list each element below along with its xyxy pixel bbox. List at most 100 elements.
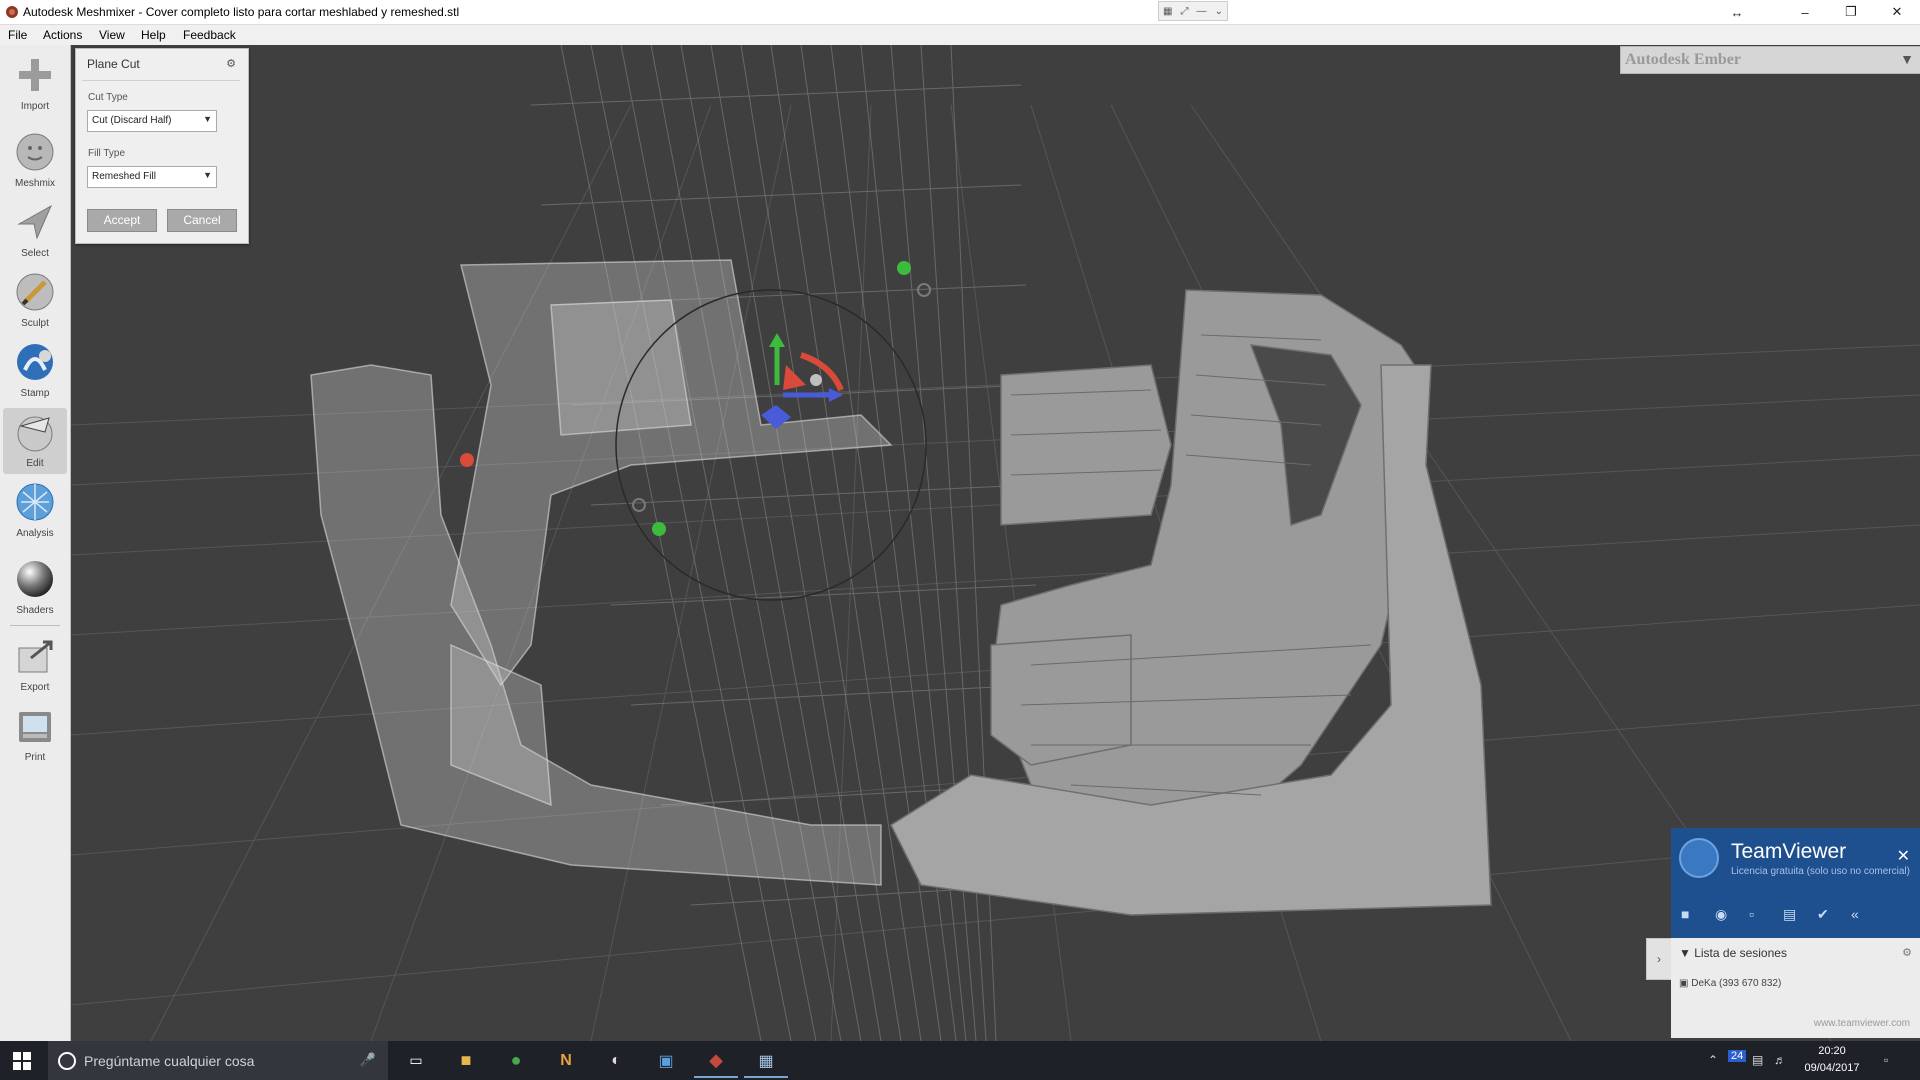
headset-icon[interactable]: ◉ bbox=[1715, 906, 1727, 923]
import-icon bbox=[19, 59, 51, 91]
dash-icon[interactable]: — bbox=[1197, 6, 1207, 17]
tool-analysis[interactable]: Analysis bbox=[3, 478, 67, 544]
tool-palette: Import Meshmix Select Sculpt Stamp Edit bbox=[0, 45, 71, 1041]
session-list-title[interactable]: ▼ Lista de sesiones bbox=[1679, 946, 1787, 960]
file-explorer-button[interactable]: ■ bbox=[444, 1045, 488, 1076]
teamviewer-header: TeamViewer Licencia gratuita (solo uso n… bbox=[1671, 828, 1920, 938]
edit-icon bbox=[17, 416, 53, 452]
collapse-arrow-icon[interactable]: ▼ bbox=[1900, 51, 1914, 67]
teamviewer-widget: TeamViewer Licencia gratuita (solo uso n… bbox=[1671, 828, 1920, 1038]
print-icon bbox=[19, 712, 51, 742]
chat-icon[interactable]: ▫ bbox=[1749, 906, 1754, 922]
plane-cut-title: Plane Cut bbox=[87, 57, 140, 71]
tray-chevron-icon[interactable]: ⌃ bbox=[1708, 1053, 1718, 1067]
blue-app-icon: ▣ bbox=[658, 1052, 674, 1070]
files-icon[interactable]: ▤ bbox=[1783, 906, 1796, 923]
gear-icon[interactable]: ⚙ bbox=[1902, 946, 1912, 959]
app-button-7[interactable]: ▦ bbox=[744, 1045, 788, 1078]
tool-stamp[interactable]: Stamp bbox=[3, 338, 67, 404]
tool-label: Stamp bbox=[20, 388, 50, 399]
x-arrow-head[interactable] bbox=[829, 388, 843, 402]
tool-label: Meshmix bbox=[14, 178, 55, 189]
rotation-arc-red[interactable] bbox=[799, 352, 844, 392]
notepad-button[interactable]: N bbox=[544, 1045, 588, 1076]
fill-type-select[interactable]: Remeshed Fill ▼ bbox=[87, 166, 217, 188]
volume-icon[interactable]: ♬ bbox=[1774, 1053, 1786, 1067]
mesh-scene[interactable] bbox=[71, 45, 1920, 1041]
green-handle-bottom[interactable] bbox=[652, 522, 666, 536]
menu-view[interactable]: View bbox=[99, 28, 125, 42]
tool-print[interactable]: Print bbox=[3, 702, 67, 768]
menu-actions[interactable]: Actions bbox=[43, 28, 82, 42]
meshmixer-taskbar-button[interactable]: ◆ bbox=[694, 1045, 738, 1078]
3d-viewport[interactable] bbox=[71, 45, 1920, 1041]
cancel-button[interactable]: Cancel bbox=[167, 209, 237, 232]
tool-import[interactable]: Import bbox=[3, 51, 67, 117]
clock-time[interactable]: 20:20 bbox=[1802, 1045, 1862, 1057]
network-icon[interactable]: ▤ bbox=[1752, 1053, 1763, 1067]
dropdown-arrow-icon: ▼ bbox=[203, 114, 212, 124]
tool-select[interactable]: Select bbox=[3, 198, 67, 264]
chevron-down-icon[interactable]: ⌄ bbox=[1215, 6, 1223, 17]
teamviewer-license: Licencia gratuita (solo uso no comercial… bbox=[1731, 866, 1910, 877]
shrink-icon[interactable]: ⤢ bbox=[1181, 6, 1189, 17]
search-box[interactable]: Pregúntame cualquier cosa 🎤 bbox=[48, 1041, 388, 1080]
tool-edit[interactable]: Edit bbox=[3, 408, 67, 474]
y-arrow-head[interactable] bbox=[769, 333, 785, 347]
tool-export[interactable]: Export bbox=[3, 632, 67, 698]
menu-file[interactable]: File bbox=[8, 28, 27, 42]
teamviewer-expand-button[interactable]: › bbox=[1646, 938, 1672, 980]
app-button-4[interactable]: ◐ bbox=[594, 1045, 638, 1076]
fill-type-value: Remeshed Fill bbox=[92, 171, 156, 182]
tool-meshmix[interactable]: Meshmix bbox=[3, 128, 67, 194]
panel-divider bbox=[82, 80, 240, 81]
tool-sculpt[interactable]: Sculpt bbox=[3, 268, 67, 334]
minimize-button[interactable]: – bbox=[1782, 0, 1828, 24]
teamviewer-url[interactable]: www.teamviewer.com bbox=[1814, 1018, 1910, 1029]
session-item[interactable]: ▣ DeKa (393 670 832) bbox=[1679, 978, 1781, 989]
select-icon bbox=[17, 204, 53, 240]
collapse-left-icon[interactable]: « bbox=[1851, 906, 1859, 922]
grid-icon[interactable]: ▦ bbox=[1163, 6, 1172, 17]
maximize-button[interactable]: ❐ bbox=[1828, 0, 1874, 24]
accept-button[interactable]: Accept bbox=[87, 209, 157, 232]
start-button[interactable] bbox=[0, 1041, 44, 1080]
stamp-icon bbox=[17, 344, 53, 380]
cut-type-select[interactable]: Cut (Discard Half) ▼ bbox=[87, 110, 217, 132]
cut-type-value: Cut (Discard Half) bbox=[92, 115, 172, 126]
ember-panel[interactable]: Autodesk Ember ▼ bbox=[1620, 46, 1920, 74]
microphone-icon[interactable]: 🎤 bbox=[360, 1052, 376, 1068]
menu-help[interactable]: Help bbox=[141, 28, 166, 42]
tray-badge[interactable]: 24 bbox=[1728, 1050, 1747, 1062]
tool-shaders[interactable]: Shaders bbox=[3, 555, 67, 621]
transform-gizmo[interactable] bbox=[761, 333, 844, 429]
dropdown-arrow-icon: ▼ bbox=[203, 170, 212, 180]
resize-button[interactable]: ↔ bbox=[1714, 0, 1760, 24]
title-mini-toolbar[interactable]: ▦ ⤢ — ⌄ bbox=[1158, 1, 1228, 21]
close-icon: ✕ bbox=[1891, 4, 1903, 19]
menu-feedback[interactable]: Feedback bbox=[183, 28, 236, 42]
red-handle[interactable] bbox=[460, 453, 474, 467]
gear-icon[interactable]: ⚙ bbox=[226, 57, 236, 70]
tools-icon[interactable]: ✔ bbox=[1817, 906, 1829, 923]
green-handle-top[interactable] bbox=[897, 261, 911, 275]
folder-icon: ■ bbox=[460, 1050, 472, 1070]
window-app-icon: ▦ bbox=[758, 1052, 774, 1070]
w-handle[interactable] bbox=[917, 283, 931, 297]
task-view-button[interactable]: ▭ bbox=[394, 1045, 438, 1076]
search-placeholder: Pregúntame cualquier cosa bbox=[84, 1053, 255, 1069]
notifications-icon[interactable]: ▫ bbox=[1884, 1053, 1888, 1067]
video-icon[interactable]: ■ bbox=[1681, 906, 1689, 922]
chrome-button[interactable]: ● bbox=[494, 1045, 538, 1076]
app-button-5[interactable]: ▣ bbox=[644, 1045, 688, 1076]
clock-date[interactable]: 09/04/2017 bbox=[1796, 1062, 1868, 1074]
plane-handle[interactable] bbox=[783, 365, 806, 390]
analysis-icon bbox=[16, 483, 54, 521]
teamviewer-session-list: ▼ Lista de sesiones ⚙ ▣ DeKa (393 670 83… bbox=[1671, 938, 1920, 1038]
close-button[interactable]: ✕ bbox=[1874, 0, 1920, 24]
teamviewer-close-button[interactable]: ✕ bbox=[1897, 846, 1910, 866]
gizmo-center[interactable] bbox=[810, 374, 822, 386]
chrome-icon: ● bbox=[510, 1050, 522, 1070]
plane-cut-panel: Plane Cut ⚙ Cut Type Cut (Discard Half) … bbox=[75, 48, 249, 244]
s-handle[interactable] bbox=[632, 498, 646, 512]
